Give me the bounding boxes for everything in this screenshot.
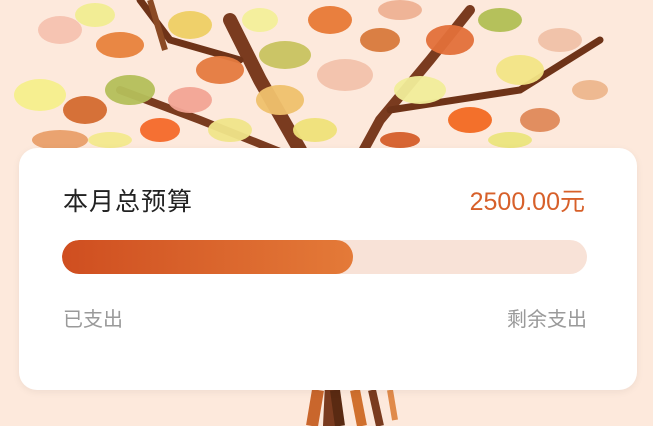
- budget-progress-fill: [62, 240, 354, 274]
- remaining-label: 剩余支出: [507, 307, 587, 331]
- budget-card[interactable]: 本月总预算 2500.00元 已支出 剩余支出: [19, 148, 637, 390]
- budget-title: 本月总预算: [63, 187, 194, 216]
- budget-progress-bar: [62, 240, 587, 274]
- spent-label: 已支出: [63, 307, 123, 331]
- budget-amount: 2500.00元: [469, 188, 585, 216]
- budget-screen: 本月总预算 2500.00元 已支出 剩余支出: [0, 0, 653, 426]
